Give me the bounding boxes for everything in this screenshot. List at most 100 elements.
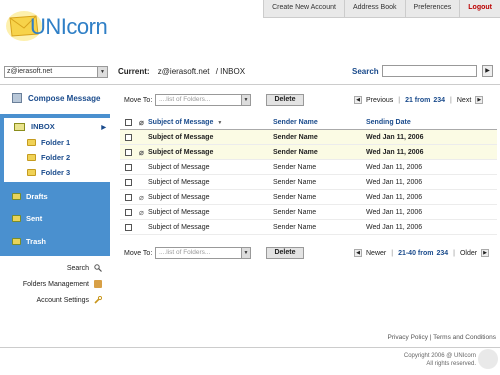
table-row[interactable]: ⌀ Subject of Message Sender Name Wed Jan 11… (120, 205, 497, 220)
copyright-line: Copyright 2006 @ UNIcorn (403, 353, 476, 359)
sidebar-item-inbox[interactable]: INBOX ▶ (14, 122, 110, 131)
next-link[interactable]: Next (457, 97, 471, 104)
logo-text: UNIcorn (30, 14, 108, 39)
breadcrumb-path: / INBOX (215, 67, 246, 76)
newer-link[interactable]: Newer (366, 250, 386, 257)
breadcrumb: Current: z@ierasoft.net / INBOX (118, 67, 245, 76)
sidebar-item-label: Trash (26, 237, 47, 246)
column-header-date[interactable]: Sending Date (366, 119, 411, 126)
footer-logo (478, 349, 498, 369)
sidebar-item-drafts[interactable]: Drafts (12, 192, 48, 201)
sidebar-item-folder-3[interactable]: Folder 3 (27, 168, 70, 177)
row-checkbox[interactable] (125, 149, 132, 156)
prev-link[interactable]: Previous (366, 97, 393, 104)
message-sender: Sender Name (273, 194, 317, 201)
table-row[interactable]: Subject of Message Sender Name Wed Jan 11,… (120, 160, 497, 175)
paperclip-icon: ⌀ (139, 208, 144, 217)
search-label: Search (352, 67, 379, 76)
move-to-select-bottom[interactable]: ....list of Folders... ▼ (155, 247, 251, 259)
table-row[interactable]: ⌀ Subject of Message Sender Name Wed Jan 11… (120, 190, 497, 205)
row-checkbox[interactable] (125, 194, 132, 201)
next-arrow-icon[interactable]: ▶ (481, 249, 490, 257)
compose-message-button[interactable]: Compose Message (12, 93, 100, 103)
row-checkbox[interactable] (125, 164, 132, 171)
copyright: Copyright 2006 @ UNIcorn All rights rese… (404, 352, 476, 368)
logout-link[interactable]: Logout (460, 0, 500, 18)
message-subject[interactable]: Subject of Message (148, 179, 209, 186)
compose-icon (12, 93, 22, 103)
paperclip-icon: ⌀ (139, 118, 144, 127)
table-row[interactable]: ⌀ Subject of Message Sender Name Wed Jan 11… (120, 145, 497, 160)
message-subject[interactable]: Subject of Message (148, 224, 209, 231)
inbox-icon (14, 122, 25, 131)
sidebar-item-folder-2[interactable]: Folder 2 (27, 153, 70, 162)
move-to-select-top[interactable]: ....list of Folders... ▼ (155, 94, 251, 106)
preferences-link[interactable]: Preferences (406, 0, 461, 18)
pager-separator: | (453, 249, 455, 257)
older-link[interactable]: Older (460, 250, 477, 257)
pager-separator: | (450, 96, 452, 104)
column-header-subject[interactable]: Subject of Message ▼ (148, 119, 222, 126)
sidebar-link-search[interactable]: Search (67, 264, 102, 272)
row-checkbox[interactable] (125, 134, 132, 141)
move-to-select-placeholder: ....list of Folders... (159, 249, 211, 256)
message-subject[interactable]: Subject of Message (148, 209, 209, 216)
message-sender: Sender Name (273, 179, 317, 186)
sidebar-item-trash[interactable]: Trash (12, 237, 46, 246)
table-row[interactable]: Subject of Message Sender Name Wed Jan 11,… (120, 130, 497, 145)
sidebar-item-folder-1[interactable]: Folder 1 (27, 138, 70, 147)
sidebar-item-label: Folder 1 (41, 138, 71, 147)
wrench-icon (94, 295, 103, 304)
row-checkbox[interactable] (125, 224, 132, 231)
message-sender: Sender Name (273, 224, 317, 231)
sidebar-item-sent[interactable]: Sent (12, 214, 42, 223)
column-header-label: Subject of Message (148, 119, 214, 126)
message-subject[interactable]: Subject of Message (148, 194, 209, 201)
search-input[interactable] (382, 65, 477, 77)
row-checkbox[interactable] (125, 209, 132, 216)
pager-bottom: ◀ Newer | 21-40 from 234 | Older ▶ (350, 249, 493, 257)
prev-arrow-icon[interactable]: ◀ (354, 249, 362, 257)
create-account-link[interactable]: Create New Account (264, 0, 345, 18)
top-navigation: Create New Account Address Book Preferen… (263, 0, 500, 18)
breadcrumb-label: Current: (118, 67, 150, 76)
breadcrumb-email: z@ierasoft.net (157, 67, 210, 76)
sidebar-link-folders-management[interactable]: Folders Management (23, 280, 102, 288)
pager-separator: | (391, 249, 394, 257)
message-sender: Sender Name (273, 164, 317, 171)
message-table: ⌀ Subject of Message ▼ Sender Name Sendin… (120, 115, 497, 235)
chevron-down-icon[interactable]: ▼ (97, 67, 107, 77)
select-all-checkbox[interactable] (125, 119, 132, 126)
paperclip-icon: ⌀ (139, 148, 144, 157)
message-subject[interactable]: Subject of Message (148, 164, 209, 171)
move-to-label: Move To: (124, 250, 153, 257)
message-subject[interactable]: Subject of Message (148, 149, 213, 156)
sort-arrow-icon: ▼ (217, 120, 223, 126)
address-book-link[interactable]: Address Book (345, 0, 406, 18)
row-checkbox[interactable] (125, 179, 132, 186)
chevron-down-icon[interactable]: ▼ (241, 248, 250, 258)
sidebar-link-label: Search (66, 264, 89, 272)
chevron-down-icon[interactable]: ▼ (241, 95, 250, 105)
message-date: Wed Jan 11, 2006 (366, 179, 423, 186)
sidebar-link-account-settings[interactable]: Account Settings (36, 295, 103, 304)
message-date: Wed Jan 11, 2006 (366, 149, 424, 156)
delete-button-bottom[interactable]: Delete (266, 247, 304, 259)
footer-links[interactable]: Privacy Policy | Terms and Conditions (387, 334, 496, 341)
next-arrow-icon[interactable]: ▶ (475, 96, 484, 104)
prev-arrow-icon[interactable]: ◀ (354, 96, 362, 104)
sent-icon (12, 215, 21, 222)
table-row[interactable]: Subject of Message Sender Name Wed Jan 11,… (120, 220, 497, 235)
account-select[interactable]: z@ierasoft.net ▼ (4, 66, 108, 78)
chevron-right-icon: ▶ (101, 125, 106, 131)
pager-range: 21 from (405, 96, 431, 104)
delete-button-top[interactable]: Delete (266, 94, 304, 106)
column-header-sender[interactable]: Sender Name (273, 119, 318, 126)
message-subject[interactable]: Subject of Message (148, 134, 213, 141)
sidebar-link-label: Folders Management (22, 280, 89, 288)
message-sender: Sender Name (273, 134, 318, 141)
sidebar-item-label: Folder 2 (41, 153, 71, 162)
app-logo: UNIcorn (4, 4, 124, 48)
table-row[interactable]: Subject of Message Sender Name Wed Jan 11,… (120, 175, 497, 190)
search-go-button[interactable]: ▶ (482, 65, 493, 77)
